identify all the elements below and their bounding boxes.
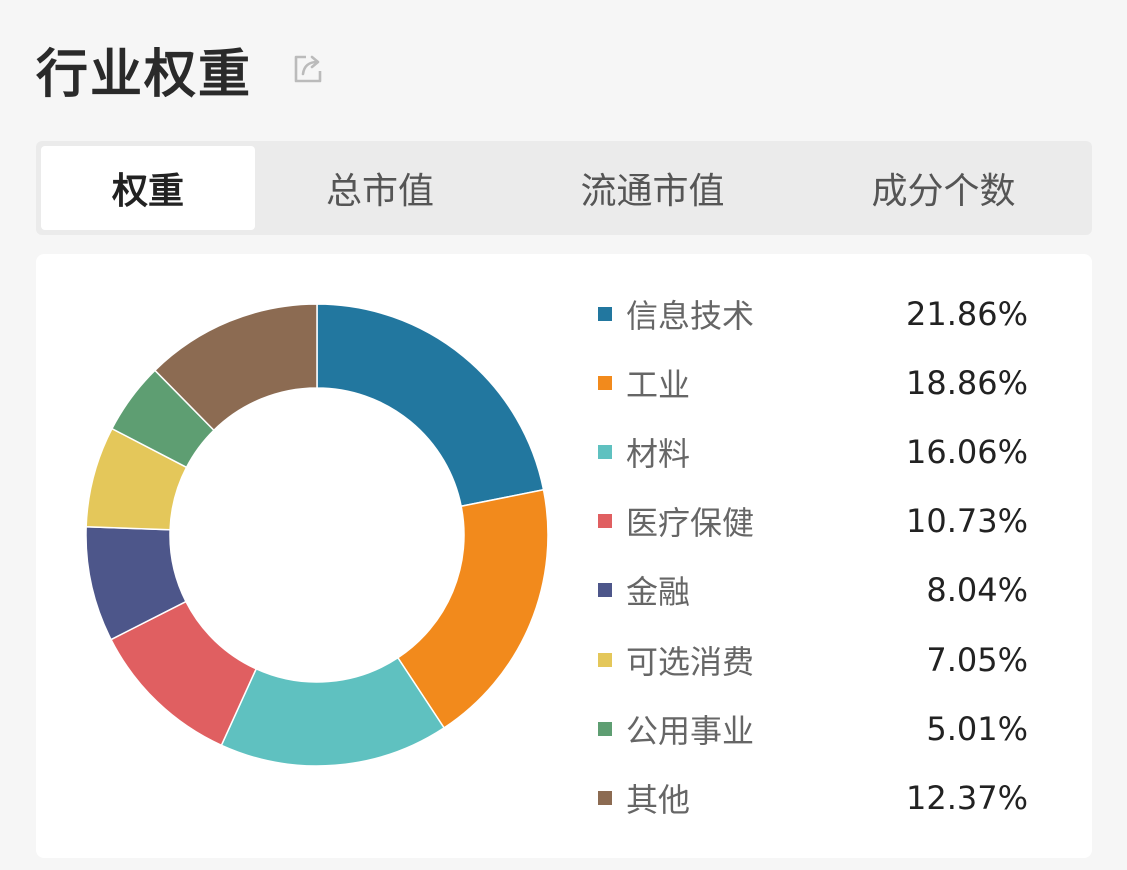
legend-value: 10.73% — [905, 502, 1028, 541]
legend-item: 工业 18.86% — [598, 348, 1028, 417]
legend-value: 7.05% — [926, 640, 1028, 679]
legend-item: 公用事业 5.01% — [598, 694, 1028, 763]
legend-label: 工业 — [626, 365, 691, 404]
legend-value: 18.86% — [905, 363, 1028, 402]
legend-item: 材料 16.06% — [598, 417, 1028, 486]
legend-item: 金融 8.04% — [598, 556, 1028, 625]
legend-value: 8.04% — [926, 571, 1028, 610]
legend-label: 医疗保健 — [626, 504, 755, 543]
legend-swatch — [598, 306, 612, 321]
legend-swatch — [598, 444, 612, 459]
page-title: 行业权重 — [36, 44, 253, 105]
chart-card: 信息技术 21.86% 工业 18.86% 材料 16.06% 医疗保健 10.… — [36, 254, 1092, 858]
legend-item: 医疗保健 10.73% — [598, 487, 1028, 556]
metric-tabs: 权重 总市值 流通市值 成分个数 — [36, 141, 1092, 235]
page-header: 行业权重 — [36, 34, 326, 105]
legend-swatch — [598, 514, 612, 529]
legend-value: 21.86% — [905, 294, 1028, 333]
legend-label: 公用事业 — [626, 711, 755, 750]
legend-item: 可选消费 7.05% — [598, 625, 1028, 694]
legend-label: 金融 — [626, 573, 691, 612]
legend-swatch — [598, 721, 612, 736]
legend-swatch — [598, 375, 612, 390]
legend-value: 16.06% — [905, 432, 1028, 471]
legend-value: 5.01% — [926, 709, 1028, 748]
chart-legend: 信息技术 21.86% 工业 18.86% 材料 16.06% 医疗保健 10.… — [598, 279, 1028, 833]
legend-label: 材料 — [626, 434, 691, 473]
legend-value: 12.37% — [905, 778, 1028, 817]
donut-chart — [86, 304, 548, 766]
legend-label: 可选消费 — [626, 642, 755, 681]
legend-item: 信息技术 21.86% — [598, 279, 1028, 348]
share-icon[interactable] — [290, 51, 326, 87]
legend-swatch — [598, 790, 612, 805]
share-icon-glyph — [294, 55, 322, 83]
donut-slice[interactable] — [316, 304, 545, 508]
legend-swatch — [598, 652, 612, 667]
tab-float-market-cap[interactable]: 流通市值 — [505, 146, 800, 230]
legend-item: 其他 12.37% — [598, 763, 1028, 832]
tab-total-market-cap[interactable]: 总市值 — [255, 146, 505, 230]
legend-swatch — [598, 583, 612, 598]
legend-label: 其他 — [626, 780, 691, 819]
legend-label: 信息技术 — [626, 296, 755, 335]
tab-constituent-count[interactable]: 成分个数 — [800, 146, 1087, 230]
tab-weight[interactable]: 权重 — [41, 146, 255, 230]
